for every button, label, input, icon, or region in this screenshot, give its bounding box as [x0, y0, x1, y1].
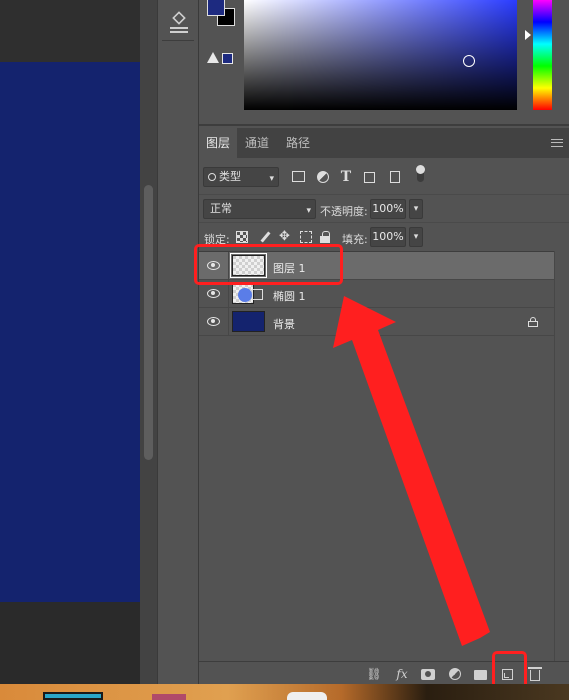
panel-menu-icon[interactable] — [551, 139, 563, 147]
blend-mode-select[interactable]: 正常 ▾ — [203, 199, 316, 219]
mask-icon[interactable] — [421, 667, 435, 681]
color-panel — [199, 0, 569, 126]
filter-type-layers-icon[interactable]: T — [338, 169, 354, 185]
eye-icon[interactable] — [207, 317, 220, 326]
tab-layers[interactable]: 图层 — [199, 128, 237, 158]
filter-shape-layers-icon[interactable] — [362, 169, 378, 185]
link-icon[interactable]: ⛓ — [366, 667, 382, 681]
vector-shape-icon — [252, 289, 263, 300]
document-canvas[interactable] — [0, 62, 140, 602]
websafe-color-icon[interactable] — [222, 53, 233, 64]
filter-kind-label: 类型 — [219, 170, 241, 183]
layer-filter-row: 类型 ▾ T — [199, 162, 569, 190]
fill-dropdown-button[interactable]: ▾ — [409, 227, 423, 247]
layer-name: 椭圆 1 — [273, 290, 306, 303]
eye-icon[interactable] — [207, 289, 220, 298]
adjustment-icon[interactable] — [448, 667, 462, 681]
dock-app-icon[interactable] — [287, 692, 327, 700]
layers-scrollbar[interactable] — [554, 251, 569, 661]
filter-adjustment-layers-icon[interactable] — [315, 169, 331, 185]
layers-list: 图层 1 椭圆 1 背景 — [199, 251, 554, 661]
chevron-down-icon: ▾ — [269, 174, 274, 184]
fill-input[interactable]: 100% — [370, 227, 406, 247]
dock-app-icon[interactable] — [152, 694, 186, 700]
tab-channels[interactable]: 通道 — [237, 128, 277, 158]
right-panels: 图层 通道 路径 类型 ▾ T 正常 ▾ 不透明度: 100% ▾ 锁定: ✥ … — [199, 0, 569, 684]
blend-mode-value: 正常 — [210, 202, 232, 215]
highlight-box-layer — [194, 244, 343, 285]
opacity-label: 不透明度: — [320, 205, 368, 218]
layers-panel: 图层 通道 路径 类型 ▾ T 正常 ▾ 不透明度: 100% ▾ 锁定: ✥ … — [199, 128, 569, 684]
opacity-dropdown-button[interactable]: ▾ — [409, 199, 423, 219]
trash-icon[interactable] — [528, 667, 542, 681]
dock-app-icon[interactable] — [43, 692, 103, 700]
fill-label: 填充: — [342, 233, 368, 246]
3d-panel-icon[interactable] — [170, 11, 188, 34]
lock-artboard-icon[interactable] — [300, 231, 312, 243]
filter-kind-select[interactable]: 类型 ▾ — [203, 167, 279, 187]
color-picker-cursor[interactable] — [463, 55, 475, 67]
foreground-color-swatch[interactable] — [207, 0, 225, 16]
lock-all-icon[interactable] — [320, 231, 332, 243]
canvas-area[interactable] — [0, 0, 157, 684]
layer-thumbnail[interactable] — [232, 311, 265, 332]
lock-transparent-pixels-icon[interactable] — [236, 231, 248, 243]
lock-image-pixels-icon[interactable] — [259, 231, 271, 243]
canvas-scroll-thumb[interactable] — [144, 185, 153, 460]
opacity-input[interactable]: 100% — [370, 199, 406, 219]
layer-row-background[interactable]: 背景 — [199, 308, 554, 336]
panel-tabs: 图层 通道 路径 — [199, 128, 569, 158]
hue-slider[interactable] — [533, 0, 552, 110]
layer-thumbnail[interactable] — [232, 283, 254, 304]
canvas-pasteboard-top — [0, 0, 140, 62]
lock-position-icon[interactable]: ✥ — [279, 230, 291, 243]
blend-row: 正常 ▾ 不透明度: 100% ▾ — [199, 194, 569, 220]
filter-pixel-layers-icon[interactable] — [291, 169, 307, 185]
folder-icon[interactable] — [474, 667, 488, 681]
divider — [162, 40, 194, 41]
search-icon — [208, 173, 216, 181]
filter-smart-objects-icon[interactable] — [387, 169, 403, 185]
hue-slider-arrow-icon[interactable] — [525, 30, 531, 40]
tab-paths[interactable]: 路径 — [277, 128, 319, 158]
out-of-gamut-warning-icon[interactable] — [207, 52, 219, 63]
canvas-pasteboard-bottom — [0, 602, 140, 684]
color-picker-field[interactable] — [244, 0, 517, 110]
fx-icon[interactable]: fx — [393, 667, 411, 681]
panel-dock-strip — [157, 0, 199, 684]
chevron-down-icon: ▾ — [306, 206, 311, 216]
layer-name: 背景 — [273, 318, 295, 331]
lock-icon — [528, 317, 538, 327]
filter-toggle-switch[interactable] — [413, 165, 429, 182]
